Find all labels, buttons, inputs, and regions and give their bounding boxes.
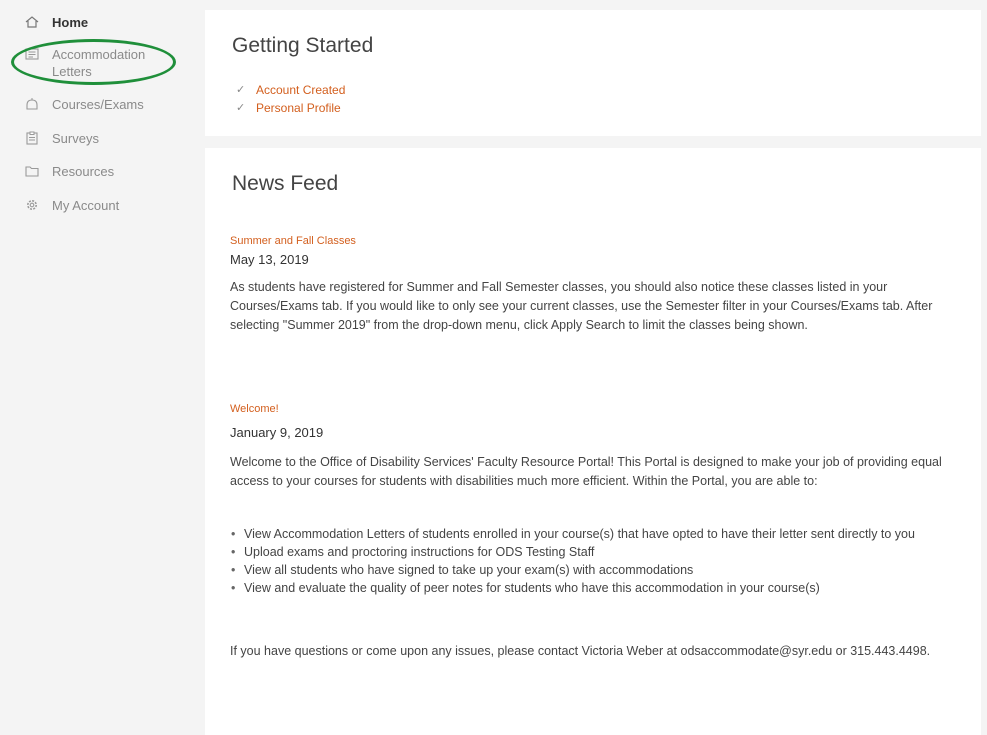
sidebar-item-home[interactable]: Home	[24, 14, 88, 31]
sidebar-item-my-account[interactable]: My Account	[24, 197, 119, 214]
section-title: News Feed	[232, 172, 339, 195]
survey-icon	[24, 131, 40, 145]
sidebar-item-surveys[interactable]: Surveys	[24, 130, 99, 147]
news-post-body: As students have registered for Summer a…	[230, 280, 933, 332]
news-feed-panel: News Feed Summer and Fall Classes May 13…	[205, 148, 981, 735]
sidebar-item-courses-exams[interactable]: Courses/Exams	[24, 96, 144, 113]
folder-icon	[24, 164, 40, 178]
letter-icon	[24, 47, 40, 61]
check-icon: ✓	[236, 84, 246, 96]
list-item[interactable]: ✓ Account Created	[236, 81, 345, 99]
list-item: View Accommodation Letters of students e…	[230, 526, 970, 543]
list-item-label: Account Created	[256, 83, 346, 97]
news-post-title[interactable]: Welcome!	[230, 403, 279, 415]
news-post-bullets: View Accommodation Letters of students e…	[230, 526, 970, 598]
home-icon	[24, 15, 40, 29]
news-post-date: May 13, 2019	[230, 252, 309, 267]
getting-started-panel: Getting Started ✓ Account Created ✓ Pers…	[205, 10, 981, 136]
list-item: View and evaluate the quality of peer no…	[230, 580, 970, 597]
news-post-footer: If you have questions or come upon any i…	[230, 644, 931, 658]
gear-icon	[24, 198, 40, 212]
check-icon: ✓	[236, 102, 246, 114]
sidebar-item-label: Resources	[52, 164, 115, 179]
sidebar-item-label: Surveys	[52, 131, 99, 146]
sidebar-item-accommodation-letters[interactable]: Accommodation Letters	[24, 46, 145, 80]
sidebar-item-label: Accommodation Letters	[52, 47, 146, 79]
news-post-date: January 9, 2019	[230, 425, 324, 440]
list-item-label: Personal Profile	[256, 101, 341, 115]
news-post-body: Welcome to the Office of Disability Serv…	[230, 455, 942, 488]
sidebar-item-label: My Account	[52, 198, 120, 213]
list-item: View all students who have signed to tak…	[230, 562, 970, 579]
sidebar-nav: Home Accommodation Letters Courses/Exams…	[0, 0, 200, 735]
sidebar-item-label: Home	[52, 15, 89, 30]
courses-icon	[24, 97, 40, 111]
news-post-title[interactable]: Summer and Fall Classes	[230, 235, 356, 247]
sidebar-item-resources[interactable]: Resources	[24, 163, 114, 180]
sidebar-item-label: Courses/Exams	[52, 97, 144, 112]
getting-started-list: ✓ Account Created ✓ Personal Profile	[236, 81, 345, 117]
list-item: Upload exams and proctoring instructions…	[230, 544, 970, 561]
section-title: Getting Started	[232, 34, 374, 57]
list-item[interactable]: ✓ Personal Profile	[236, 99, 345, 117]
